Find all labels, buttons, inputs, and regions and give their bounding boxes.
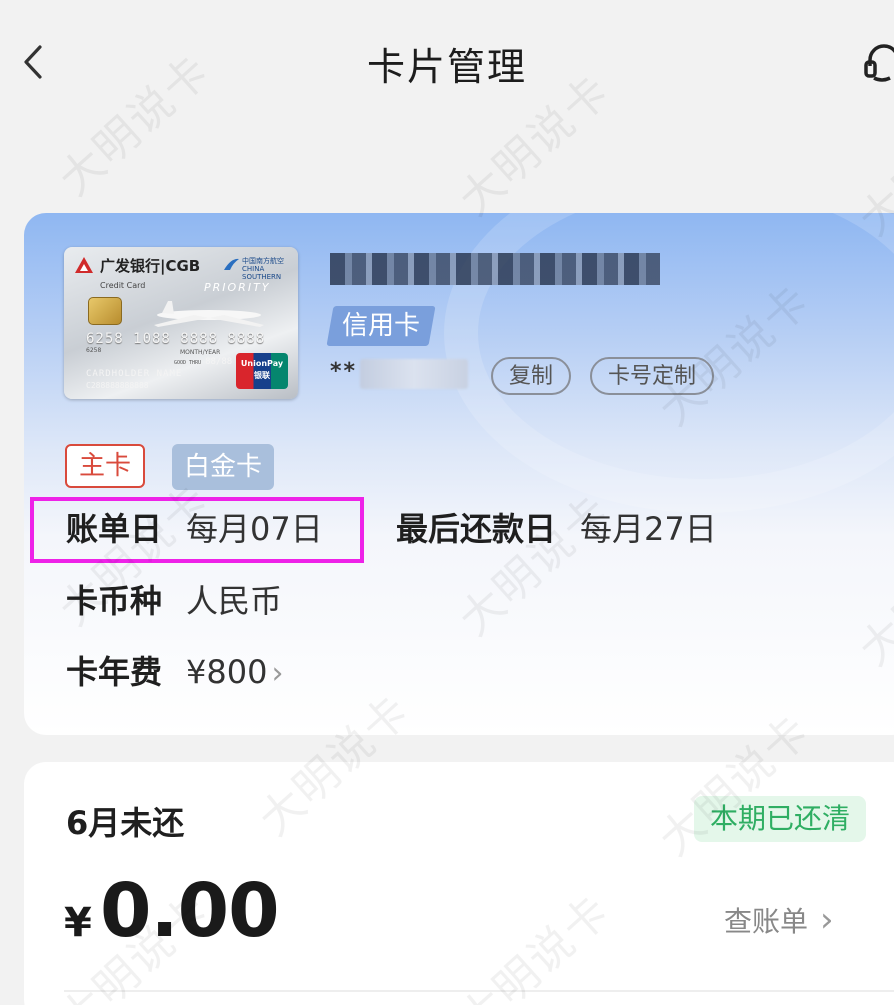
credit-card-image: 广发银行|CGB 中国南方航空 CHINA SOUTHERN Credit Ca… bbox=[64, 247, 298, 399]
card-number-masked: ** bbox=[330, 359, 358, 384]
card-name-masked bbox=[330, 253, 660, 285]
unionpay-logo-en: UnionPay bbox=[240, 359, 284, 368]
bill-day-label: 账单日 bbox=[66, 510, 163, 548]
bill-status-badge: 本期已还清 bbox=[694, 796, 867, 842]
platinum-card-badge: 白金卡 bbox=[172, 444, 275, 490]
card-month-year-label: MONTH/YEAR bbox=[180, 349, 221, 356]
currency-label: 卡币种 bbox=[66, 582, 163, 620]
view-bill-label: 查账单 bbox=[724, 905, 809, 938]
card-expiry: GOOD THRU 88/88 bbox=[174, 357, 232, 367]
divider bbox=[64, 990, 894, 992]
custom-card-number-button[interactable]: 卡号定制 bbox=[590, 357, 715, 395]
card-expiry-value: 88/88 bbox=[205, 357, 233, 367]
page-title: 卡片管理 bbox=[366, 45, 527, 89]
card-type-tag: 信用卡 bbox=[326, 306, 436, 346]
customer-service-button[interactable] bbox=[862, 40, 894, 84]
view-bill-link[interactable]: 查账单 › bbox=[724, 900, 834, 940]
currency-row: 卡币种 人民币 bbox=[66, 581, 282, 621]
bill-summary-panel: 6月未还 本期已还清 ¥ 0.00 查账单 › bbox=[24, 762, 894, 1005]
card-airline-en: CHINA SOUTHERN bbox=[242, 265, 282, 281]
amount-currency-symbol: ¥ bbox=[64, 900, 92, 946]
due-day-row: 最后还款日 每月27日 bbox=[396, 509, 717, 549]
currency-value: 人民币 bbox=[186, 582, 283, 620]
headset-icon bbox=[864, 44, 894, 82]
card-type-tag-label: 信用卡 bbox=[342, 311, 421, 341]
card-type-label: Credit Card bbox=[100, 281, 146, 290]
card-holder-number: C288888888888 bbox=[86, 381, 149, 390]
annual-fee-row[interactable]: 卡年费 ¥800 › bbox=[66, 652, 283, 694]
card-airline-name: 中国南方航空 CHINA SOUTHERN bbox=[242, 257, 298, 281]
airline-logo-icon bbox=[224, 258, 239, 270]
unpaid-amount: 0.00 bbox=[100, 868, 280, 954]
bill-day-row: 账单日 每月07日 bbox=[66, 509, 323, 549]
chevron-right-icon: › bbox=[271, 656, 284, 691]
chevron-right-icon: › bbox=[820, 900, 834, 940]
card-bank-name: 广发银行|CGB bbox=[100, 257, 201, 275]
annual-fee-value: ¥800 bbox=[186, 653, 268, 691]
card-number-blur bbox=[360, 359, 468, 389]
annual-fee-label: 卡年费 bbox=[66, 653, 163, 691]
header-bar: 卡片管理 bbox=[0, 0, 894, 130]
card-info-panel: 广发银行|CGB 中国南方航空 CHINA SOUTHERN Credit Ca… bbox=[24, 213, 894, 735]
bank-logo-icon bbox=[75, 257, 93, 273]
due-day-label: 最后还款日 bbox=[396, 510, 557, 548]
card-priority-text: PRIORITY bbox=[204, 281, 271, 294]
card-number-small: 6258 bbox=[86, 347, 102, 354]
card-holder-name: CARDHOLDER NAME bbox=[86, 369, 183, 379]
bill-month-label: 6月未还 bbox=[66, 804, 185, 842]
copy-card-number-button[interactable]: 复制 bbox=[491, 357, 572, 395]
card-number-printed: 6258 1088 8888 8888 bbox=[86, 331, 266, 347]
card-chip-icon bbox=[88, 297, 122, 325]
airplane-icon bbox=[154, 301, 264, 327]
main-card-badge: 主卡 bbox=[65, 444, 146, 488]
unionpay-logo-cn: 银联 bbox=[254, 371, 270, 380]
due-day-value: 每月27日 bbox=[580, 510, 717, 548]
card-valid-thru-label: GOOD THRU bbox=[174, 360, 202, 366]
card-airline-cn: 中国南方航空 bbox=[242, 257, 284, 265]
bill-day-value: 每月07日 bbox=[186, 510, 323, 548]
unionpay-logo: UnionPay 银联 bbox=[236, 353, 288, 389]
